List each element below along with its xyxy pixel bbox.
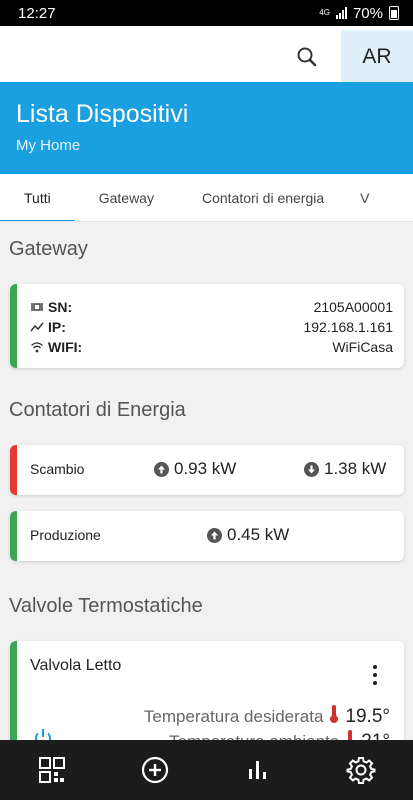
page-header: Lista Dispositivi My Home: [0, 82, 413, 174]
desired-temp-value: 19.5°: [345, 705, 390, 727]
gateway-card[interactable]: SN: 2105A00001 IP: 192.168.1.161 WIFI: W…: [10, 284, 404, 368]
arrow-down-icon: [304, 461, 319, 477]
meter-down-text: 1.38 kW: [324, 459, 387, 478]
gateway-wifi-row: WIFI: WiFiCasa: [30, 337, 393, 357]
gear-icon: [346, 757, 376, 784]
signal-icon: [335, 7, 347, 19]
battery-icon: [389, 6, 399, 20]
status-stripe: [10, 511, 17, 561]
nav-stats[interactable]: [207, 740, 310, 800]
search-icon[interactable]: [292, 42, 322, 72]
status-time: 12:27: [18, 4, 56, 22]
gateway-sn-label: SN:: [48, 299, 73, 315]
desired-temp-label: Temperatura desiderata: [143, 706, 324, 726]
page-subtitle[interactable]: My Home: [16, 137, 413, 154]
wifi-icon: [30, 340, 44, 354]
valve-name: Valvola Letto: [30, 657, 122, 674]
gateway-ip-label: IP:: [48, 319, 66, 335]
trend-icon: [30, 320, 44, 334]
arrow-up-icon: [154, 461, 169, 477]
meter-label: Produzione: [30, 527, 101, 543]
tab-tutti[interactable]: Tutti: [0, 174, 75, 221]
gateway-wifi-label: WIFI:: [48, 339, 83, 355]
tab-valvole[interactable]: V: [348, 174, 381, 221]
meter-label: Scambio: [30, 461, 85, 477]
app-bar: AR: [0, 26, 413, 84]
nav-settings[interactable]: [310, 740, 413, 800]
tab-bar: Tutti Gateway Contatori di energia V: [0, 174, 413, 222]
avatar-initials: AR: [362, 45, 392, 68]
network-type: 4G: [319, 8, 330, 17]
avatar[interactable]: AR: [341, 30, 413, 84]
rfid-icon: [30, 300, 44, 314]
status-stripe: [10, 445, 17, 495]
meter-up-text: 0.45 kW: [227, 525, 290, 544]
app-screen: 12:27 4G 70% AR Lista Dispositivi My Hom…: [0, 0, 413, 800]
bottom-nav: [0, 740, 413, 800]
section-title-valvole: Valvole Termostatiche: [9, 595, 203, 617]
meter-up-value: 0.45 kW: [207, 525, 289, 545]
more-options-icon[interactable]: [372, 665, 378, 685]
status-bar: 12:27 4G 70%: [0, 0, 413, 26]
page-title: Lista Dispositivi: [16, 100, 189, 128]
arrow-up-icon: [207, 527, 222, 543]
section-title-energia: Contatori di Energia: [9, 399, 186, 421]
meter-card-scambio[interactable]: Scambio 0.93 kW 1.38 kW: [10, 445, 404, 495]
status-stripe: [10, 284, 17, 368]
grid-icon: [38, 757, 65, 783]
gateway-sn-row: SN: 2105A00001: [30, 297, 393, 317]
meter-down-value: 1.38 kW: [304, 459, 386, 479]
desired-temp-row: Temperatura desiderata 19.5°: [144, 704, 390, 729]
thermometer-icon: [329, 704, 339, 729]
meter-up-value: 0.93 kW: [154, 459, 236, 479]
gateway-sn-value: 2105A00001: [313, 299, 393, 315]
meter-card-produzione[interactable]: Produzione 0.45 kW: [10, 511, 404, 561]
nav-devices[interactable]: [0, 740, 103, 800]
add-circle-icon: [141, 756, 168, 784]
bar-chart-icon: [249, 761, 267, 779]
gateway-ip-row: IP: 192.168.1.161: [30, 317, 393, 337]
section-title-gateway: Gateway: [9, 238, 88, 260]
gateway-ip-value: 192.168.1.161: [303, 319, 393, 335]
status-icons: 4G 70%: [319, 5, 399, 22]
nav-add[interactable]: [103, 740, 206, 800]
battery-percent: 70%: [352, 4, 383, 22]
tab-gateway[interactable]: Gateway: [75, 174, 178, 221]
tab-contatori-energia[interactable]: Contatori di energia: [178, 174, 348, 221]
gateway-wifi-value: WiFiCasa: [332, 339, 393, 355]
meter-up-text: 0.93 kW: [174, 459, 237, 478]
